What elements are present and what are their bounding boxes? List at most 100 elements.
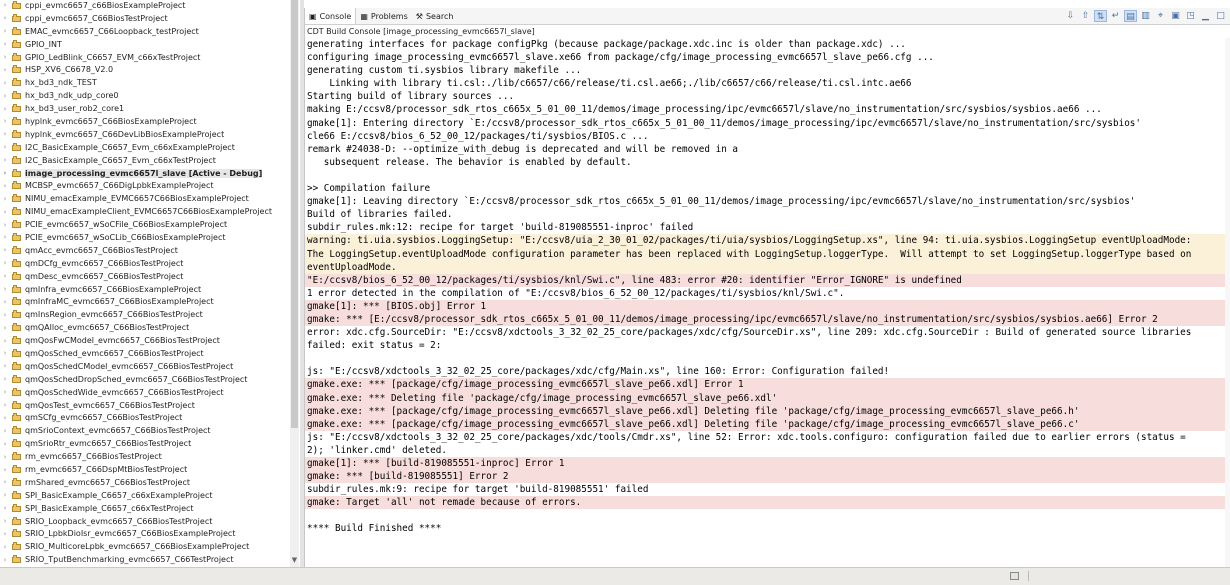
scroll-down-arrow-icon[interactable]: ▼ (290, 556, 299, 566)
expand-arrow-icon[interactable]: › (0, 440, 10, 448)
project-item[interactable]: › hx_bd3_user_rob2_core1 (0, 102, 290, 115)
project-item[interactable]: › qmSrioContext_evmc6657_C66BiosTestProje… (0, 424, 290, 437)
scroll-up-icon[interactable]: ⇧ (1079, 10, 1092, 22)
trim-stack-icon[interactable] (1010, 572, 1019, 580)
project-item[interactable]: › qmInfraMC_evmc6657_C66BiosExampleProjec… (0, 295, 290, 308)
expand-arrow-icon[interactable]: › (0, 401, 10, 409)
project-item[interactable]: › rm_evmc6657_C66DspMtBiosTestProject (0, 463, 290, 476)
project-item[interactable]: › qmQosSchedWide_evmc6657_C66BiosTestProj… (0, 386, 290, 399)
tab-console[interactable]: ▣ Console (305, 8, 357, 24)
expand-arrow-icon[interactable]: › (0, 259, 10, 267)
project-item[interactable]: › qmDCfg_evmc6657_C66BiosTestProject (0, 257, 290, 270)
project-item[interactable]: › SRIO_LpbkDioIsr_evmc6657_C66BiosExample… (0, 528, 290, 541)
project-item[interactable]: › PCIE_evmc6657_wSoCFile_C66BiosExamplePr… (0, 218, 290, 231)
project-item[interactable]: › SPI_BasicExample_C6657_c66xExampleProje… (0, 489, 290, 502)
project-item[interactable]: › EMAC_evmc6657_C66Loopback_testProject (0, 25, 290, 38)
console-scrollbar[interactable] (1225, 38, 1230, 567)
expand-arrow-icon[interactable]: › (0, 337, 10, 345)
project-item[interactable]: › GPIO_INT (0, 38, 290, 51)
expand-arrow-icon[interactable]: › (0, 556, 10, 564)
expand-arrow-icon[interactable]: › (0, 221, 10, 229)
expand-arrow-icon[interactable]: › (0, 362, 10, 370)
tab-problems[interactable]: ▦ Problems (356, 8, 411, 24)
project-item[interactable]: › qmQosTest_evmc6657_C66BiosTestProject (0, 399, 290, 412)
project-item[interactable]: › SRIO_Loopback_evmc6657_C66BiosTestProje… (0, 515, 290, 528)
show-on-error-icon[interactable]: ▥ (1139, 10, 1152, 22)
console-output[interactable]: generating interfaces for package config… (305, 38, 1227, 536)
tab-search[interactable]: ⚒ Search (412, 8, 458, 24)
expand-arrow-icon[interactable]: › (0, 233, 10, 241)
project-item[interactable]: › qmSrioRtr_evmc6657_C66BiosTestProject (0, 437, 290, 450)
expand-arrow-icon[interactable]: › (0, 79, 10, 87)
project-item[interactable]: › NIMU_emacExample_EVMC6657C66BiosExample… (0, 192, 290, 205)
project-item[interactable]: › I2C_BasicExample_C6657_Evm_c66xExampleP… (0, 141, 290, 154)
expand-arrow-icon[interactable]: › (0, 543, 10, 551)
expand-arrow-icon[interactable]: › (0, 272, 10, 280)
project-item[interactable]: › qmAcc_evmc6657_C66BiosTestProject (0, 244, 290, 257)
expand-arrow-icon[interactable]: › (0, 298, 10, 306)
expand-arrow-icon[interactable]: › (0, 324, 10, 332)
project-item[interactable]: › qmDesc_evmc6657_C66BiosTestProject (0, 270, 290, 283)
explorer-scrollbar-thumb[interactable] (291, 0, 298, 428)
project-item[interactable]: › qmQosFwCModel_evmc6657_C66BiosTestProje… (0, 334, 290, 347)
display-console-icon[interactable]: ▣ (1169, 10, 1182, 22)
project-item[interactable]: › hyplnk_evmc6657_C66BiosExampleProject (0, 115, 290, 128)
expand-arrow-icon[interactable]: › (0, 530, 10, 538)
expand-arrow-icon[interactable]: › (0, 195, 10, 203)
project-item[interactable]: › hyplnk_evmc6657_C66DevLibBiosExamplePro… (0, 128, 290, 141)
expand-arrow-icon[interactable]: › (0, 414, 10, 422)
project-item[interactable]: › rm_evmc6657_C66BiosTestProject (0, 450, 290, 463)
project-item[interactable]: › hx_bd3_ndk_udp_core0 (0, 89, 290, 102)
expand-arrow-icon[interactable]: › (0, 169, 10, 177)
expand-arrow-icon[interactable]: › (0, 53, 10, 61)
expand-arrow-icon[interactable]: › (0, 504, 10, 512)
expand-arrow-icon[interactable]: › (0, 349, 10, 357)
expand-arrow-icon[interactable]: › (0, 491, 10, 499)
project-item[interactable]: › GPIO_LedBlink_C6657_EVM_c66xTestProject (0, 51, 290, 64)
word-wrap-icon[interactable]: ↵ (1109, 10, 1122, 22)
project-item[interactable]: › HSP_XV6_C6678_V2.0 (0, 63, 290, 76)
expand-arrow-icon[interactable]: › (0, 466, 10, 474)
expand-arrow-icon[interactable]: › (0, 14, 10, 22)
project-item[interactable]: › qmQosSchedDropSched_evmc6657_C66BiosTes… (0, 373, 290, 386)
open-console-icon[interactable]: ◳ (1184, 10, 1197, 22)
project-item[interactable]: › PCIE_evmc6657_wSoCLib_C66BiosExamplePro… (0, 231, 290, 244)
expand-arrow-icon[interactable]: › (0, 517, 10, 525)
project-item[interactable]: › qmSCfg_evmc6657_C66BiosTestProject (0, 412, 290, 425)
project-item[interactable]: › I2C_BasicExample_C6657_Evm_c66xTestProj… (0, 154, 290, 167)
project-item[interactable]: › hx_bd3_ndk_TEST (0, 76, 290, 89)
project-item[interactable]: › qmInsRegion_evmc6657_C66BiosTestProject (0, 308, 290, 321)
project-item[interactable]: › qmQAlloc_evmc6657_C66BiosTestProject (0, 321, 290, 334)
expand-arrow-icon[interactable]: › (0, 427, 10, 435)
project-item[interactable]: › SPI_BasicExample_C6657_c66xTestProject (0, 502, 290, 515)
show-on-output-icon[interactable]: ▤ (1124, 10, 1137, 22)
project-item[interactable]: › cppi_evmc6657_c66BiosExampleProject (0, 0, 290, 12)
expand-arrow-icon[interactable]: › (0, 92, 10, 100)
scroll-lock-icon[interactable]: ⇅ (1094, 10, 1107, 22)
expand-arrow-icon[interactable]: › (0, 130, 10, 138)
expand-arrow-icon[interactable]: › (0, 182, 10, 190)
maximize-icon[interactable]: □ (1214, 10, 1227, 22)
project-item[interactable]: › qmQosSchedCModel_evmc6657_C66BiosTestPr… (0, 360, 290, 373)
minimize-icon[interactable]: ▁ (1199, 10, 1212, 22)
project-item[interactable]: › rmShared_evmc6657_C66BiosTestProject (0, 476, 290, 489)
expand-arrow-icon[interactable]: › (0, 208, 10, 216)
expand-arrow-icon[interactable]: › (0, 27, 10, 35)
expand-arrow-icon[interactable]: › (0, 246, 10, 254)
project-item[interactable]: › image_processing_evmc6657l_slave [Activ… (0, 167, 290, 180)
project-item[interactable]: › qmQosSched_evmc6657_C66BiosTestProject (0, 347, 290, 360)
project-item[interactable]: › SRIO_TputBenchmarking_evmc6657_C66TestP… (0, 553, 290, 566)
expand-arrow-icon[interactable]: › (0, 117, 10, 125)
pin-console-icon[interactable]: ⌖ (1154, 10, 1167, 22)
expand-arrow-icon[interactable]: › (0, 285, 10, 293)
expand-arrow-icon[interactable]: › (0, 156, 10, 164)
project-item[interactable]: › qmInfra_evmc6657_C66BiosExampleProject (0, 283, 290, 296)
project-item[interactable]: › cppi_evmc6657_C66BiosTestProject (0, 12, 290, 25)
scroll-down-icon[interactable]: ⇩ (1064, 10, 1077, 22)
expand-arrow-icon[interactable]: › (0, 388, 10, 396)
expand-arrow-icon[interactable]: › (0, 453, 10, 461)
expand-arrow-icon[interactable]: › (0, 143, 10, 151)
expand-arrow-icon[interactable]: › (0, 1, 10, 9)
expand-arrow-icon[interactable]: › (0, 105, 10, 113)
project-item[interactable]: › MCBSP_evmc6657_C66DigLpbkExampleProject (0, 179, 290, 192)
